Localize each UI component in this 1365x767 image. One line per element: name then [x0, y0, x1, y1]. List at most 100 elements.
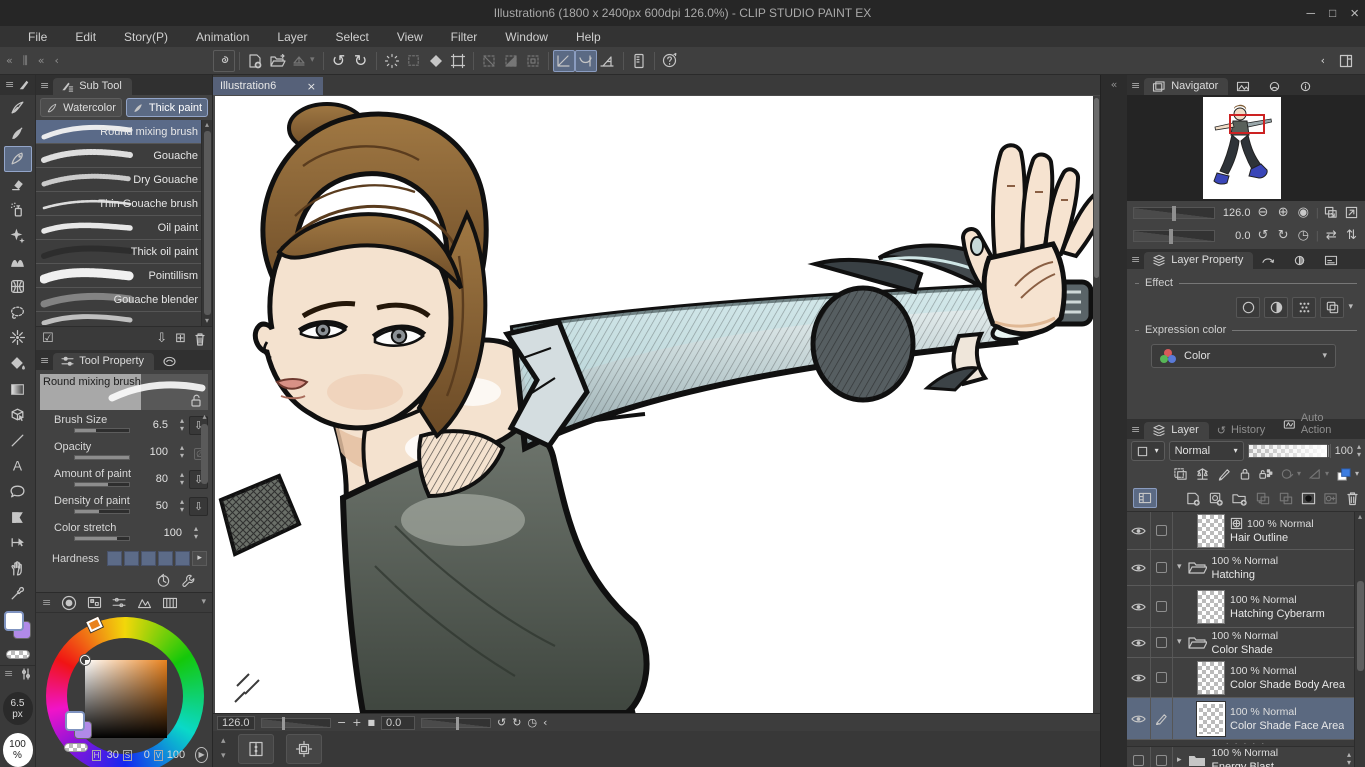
history-tab[interactable]: ↺ History [1209, 422, 1275, 439]
menu-window[interactable]: Window [491, 27, 562, 47]
effect-border-icon[interactable] [1236, 297, 1260, 318]
new-layer-folder-icon[interactable] [1231, 491, 1248, 506]
brush-item[interactable]: Gouache [36, 144, 212, 168]
effect-tone-icon[interactable] [1264, 297, 1288, 318]
subview-tab[interactable] [1228, 79, 1260, 95]
snap-grid-off-icon[interactable] [500, 50, 522, 72]
layer-checkbox[interactable] [1156, 525, 1167, 536]
nav-fullscreen-icon[interactable] [1344, 204, 1359, 221]
maximize-button[interactable]: □ [1329, 6, 1336, 20]
opacity-slider[interactable] [74, 455, 130, 460]
material-panel-button[interactable] [628, 50, 650, 72]
layer-thumbnail[interactable] [1197, 702, 1225, 736]
folder-collapsed-icon[interactable]: ▸ [1177, 756, 1182, 765]
nav-zoom-in-icon[interactable]: ⊕ [1276, 204, 1291, 221]
color-tabs-overflow-icon[interactable]: ▾ [201, 598, 206, 607]
layer-list-splitter[interactable]: · · · · · [1127, 740, 1365, 747]
tool-frame-border[interactable] [4, 504, 32, 530]
menu-animation[interactable]: Animation [182, 27, 263, 47]
nav-zoom-fit-icon[interactable]: ◉ [1296, 204, 1311, 221]
scroll-down-icon[interactable]: ▾ [221, 752, 226, 761]
tool-line[interactable] [4, 427, 32, 453]
tool-correct-line[interactable] [4, 530, 32, 556]
brush-item-partial[interactable] [36, 312, 212, 326]
approx-color-tab-icon[interactable] [137, 597, 152, 609]
layer-checkbox[interactable] [1156, 637, 1167, 648]
layer-tab[interactable]: Layer [1144, 422, 1209, 439]
apply-mask-icon-disabled[interactable] [1323, 491, 1339, 506]
import-subtool-icon[interactable]: ⇩ [156, 332, 167, 345]
tool-property-tab[interactable]: Tool Property [53, 353, 154, 370]
transfer-to-lower-layer-icon-disabled[interactable] [1255, 491, 1271, 506]
clip-studio-logo-icon[interactable] [213, 50, 235, 72]
navigator-menu-icon[interactable]: ≡ [1131, 80, 1140, 91]
menu-layer[interactable]: Layer [263, 27, 321, 47]
layer-row-hair-outline[interactable]: 100 % Normal Hair Outline [1127, 512, 1365, 550]
collapse-left2-icon[interactable]: « [38, 55, 45, 66]
rotate-ccw-icon[interactable]: ↺ [497, 717, 506, 728]
tone-tab[interactable] [1285, 253, 1316, 269]
brush-item[interactable]: Round mixing brush [36, 120, 212, 144]
canvas-vertical-scrollbar[interactable] [1093, 96, 1100, 713]
opacity-stepper[interactable]: ▴▾ [180, 444, 184, 460]
draft-layer-icon[interactable] [1217, 467, 1232, 481]
save-button[interactable] [288, 50, 310, 72]
scroll-up-icon[interactable]: ▴ [221, 737, 226, 746]
folder-expand-icon[interactable]: ▾ [1177, 563, 1182, 572]
redo-button[interactable]: ↻ [350, 50, 372, 72]
tool-pen[interactable] [4, 95, 32, 121]
amount-of-paint-slider[interactable] [74, 482, 130, 487]
tool-balloon[interactable] [4, 479, 32, 505]
brush-list-scrollbar[interactable]: ▴ ▾ [201, 120, 212, 326]
menu-select[interactable]: Select [321, 27, 382, 47]
layer-opacity-slider[interactable] [1248, 444, 1331, 458]
transparent-color-swatch[interactable] [6, 650, 30, 659]
brush-item[interactable]: Thick oil paint [36, 240, 212, 264]
canvas-illustration[interactable] [215, 96, 1093, 713]
snap-guide-off-icon[interactable] [522, 50, 544, 72]
new-raster-layer-icon[interactable] [1185, 491, 1201, 506]
nav-fit-window-icon[interactable] [1324, 204, 1339, 221]
tool-decoration[interactable] [4, 223, 32, 249]
tool-figure[interactable] [4, 274, 32, 300]
layer-checkbox[interactable] [1156, 755, 1167, 766]
blend-mode-dropdown[interactable]: Normal ▾ [1169, 441, 1244, 461]
zoom-out-icon[interactable]: − [337, 717, 346, 728]
effect-halftone-icon[interactable] [1292, 297, 1316, 318]
menu-help[interactable]: Help [562, 27, 615, 47]
canvas[interactable] [215, 96, 1093, 713]
intermediate-color-tab-icon[interactable] [162, 597, 178, 609]
nav-rotate-cw-icon[interactable]: ↻ [1276, 227, 1291, 244]
unlock-icon[interactable] [190, 394, 202, 407]
layer-row-color-shade-body-area[interactable]: 100 % Normal Color Shade Body Area [1127, 658, 1365, 698]
nav-rotate-ccw-icon[interactable]: ↺ [1255, 227, 1270, 244]
visibility-eye-icon[interactable] [1131, 638, 1146, 648]
panel-menu-icon[interactable]: ≡ [4, 668, 13, 680]
layer-panel-menu-icon[interactable]: ≡ [1131, 424, 1140, 435]
color-stretch-stepper[interactable]: ▴▾ [194, 525, 198, 541]
menu-edit[interactable]: Edit [61, 27, 110, 47]
subtool-tab[interactable]: Sub Tool [53, 78, 132, 95]
layer-checkbox[interactable] [1156, 672, 1167, 683]
collapse-right-icon[interactable]: ‹ [1321, 55, 1325, 66]
layer-comp-tab[interactable] [1316, 253, 1348, 269]
deselect-button[interactable] [381, 50, 403, 72]
collapse-status-icon[interactable]: ‹ [543, 717, 547, 728]
tool-airbrush[interactable] [4, 197, 32, 223]
visibility-eye-icon[interactable] [1131, 714, 1146, 724]
lock-transparent-pixel-icon[interactable] [1258, 467, 1273, 481]
menu-story[interactable]: Story(P) [110, 27, 182, 47]
multi-select-icon[interactable]: ☑ [42, 332, 54, 345]
save-dropdown-icon[interactable]: ▾ [310, 56, 315, 65]
tool-operation[interactable] [4, 402, 32, 428]
layer-row-hatching-cyberarm[interactable]: 100 % Normal Hatching Cyberarm [1127, 586, 1365, 628]
brush-item[interactable]: Pointillism [36, 264, 212, 288]
hardness-segment[interactable] [141, 551, 156, 566]
layer-opacity-value[interactable]: 100 [1335, 445, 1353, 457]
layer-property-tab[interactable]: Layer Property [1144, 252, 1253, 269]
enable-mask-icon-disabled[interactable]: ▾ [1280, 467, 1301, 481]
lock-layer-icon[interactable] [1239, 467, 1251, 481]
tool-blend[interactable] [4, 248, 32, 274]
layer-row-energy-blast[interactable]: ▸ 100 % Normal Energy Blast ▴▾ [1127, 747, 1365, 767]
main-color-swatch[interactable] [65, 711, 85, 731]
